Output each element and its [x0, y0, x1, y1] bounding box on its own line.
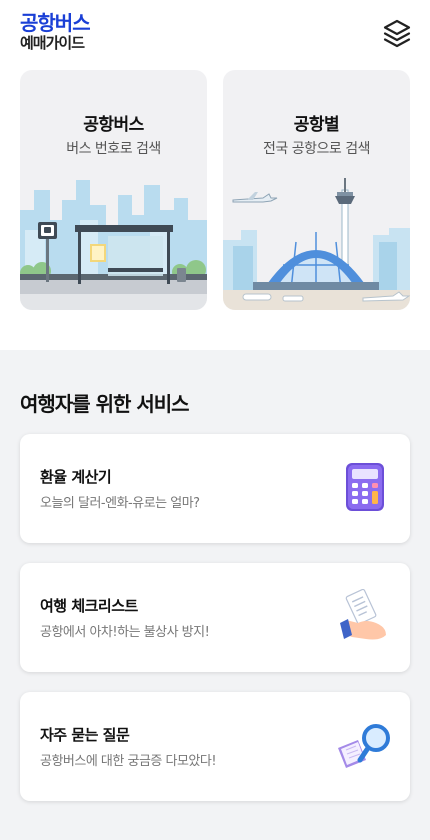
service-card-exchange-rate[interactable]: 환율 계산기 오늘의 달러-엔화-유로는 얼마? [20, 434, 410, 543]
service-card-faq[interactable]: 자주 묻는 질문 공항버스에 대한 궁금증 다모았다! [20, 692, 410, 801]
card-title: 공항별 [293, 115, 340, 135]
faq-magnifier-icon [338, 724, 390, 768]
card-title: 공항버스 [83, 115, 144, 135]
logo-subtitle: 예매가이드 [20, 34, 85, 52]
service-title: 여행 체크리스트 [40, 597, 138, 615]
service-title: 환율 계산기 [40, 468, 112, 486]
checklist-hand-icon [340, 589, 386, 640]
card-subtitle: 버스 번호로 검색 [66, 141, 161, 157]
airport-illustration [223, 178, 410, 310]
service-description: 공항에서 아차!하는 불상사 방지! [40, 625, 210, 640]
services-section-title: 여행자를 위한 서비스 [20, 392, 190, 416]
top-section: 공항버스 예매가이드 공항버스 버스 번호로 검색 공항별 전국 공항으로 검색 [0, 0, 430, 350]
service-title: 자주 묻는 질문 [40, 726, 130, 744]
layers-menu-button[interactable] [382, 18, 412, 50]
calculator-icon [346, 463, 384, 511]
card-subtitle: 전국 공항으로 검색 [263, 141, 370, 157]
airport-search-card[interactable]: 공항별 전국 공항으로 검색 [223, 70, 410, 310]
service-card-travel-checklist[interactable]: 여행 체크리스트 공항에서 아차!하는 불상사 방지! [20, 563, 410, 672]
app-logo[interactable]: 공항버스 예매가이드 [20, 11, 91, 52]
service-description: 오늘의 달러-엔화-유로는 얼마? [40, 496, 200, 511]
bus-search-card[interactable]: 공항버스 버스 번호로 검색 [20, 70, 207, 310]
logo-title: 공항버스 [20, 11, 91, 35]
layers-icon [383, 19, 411, 48]
bus-stop-illustration [20, 180, 207, 310]
service-description: 공항버스에 대한 궁금증 다모았다! [40, 754, 217, 769]
